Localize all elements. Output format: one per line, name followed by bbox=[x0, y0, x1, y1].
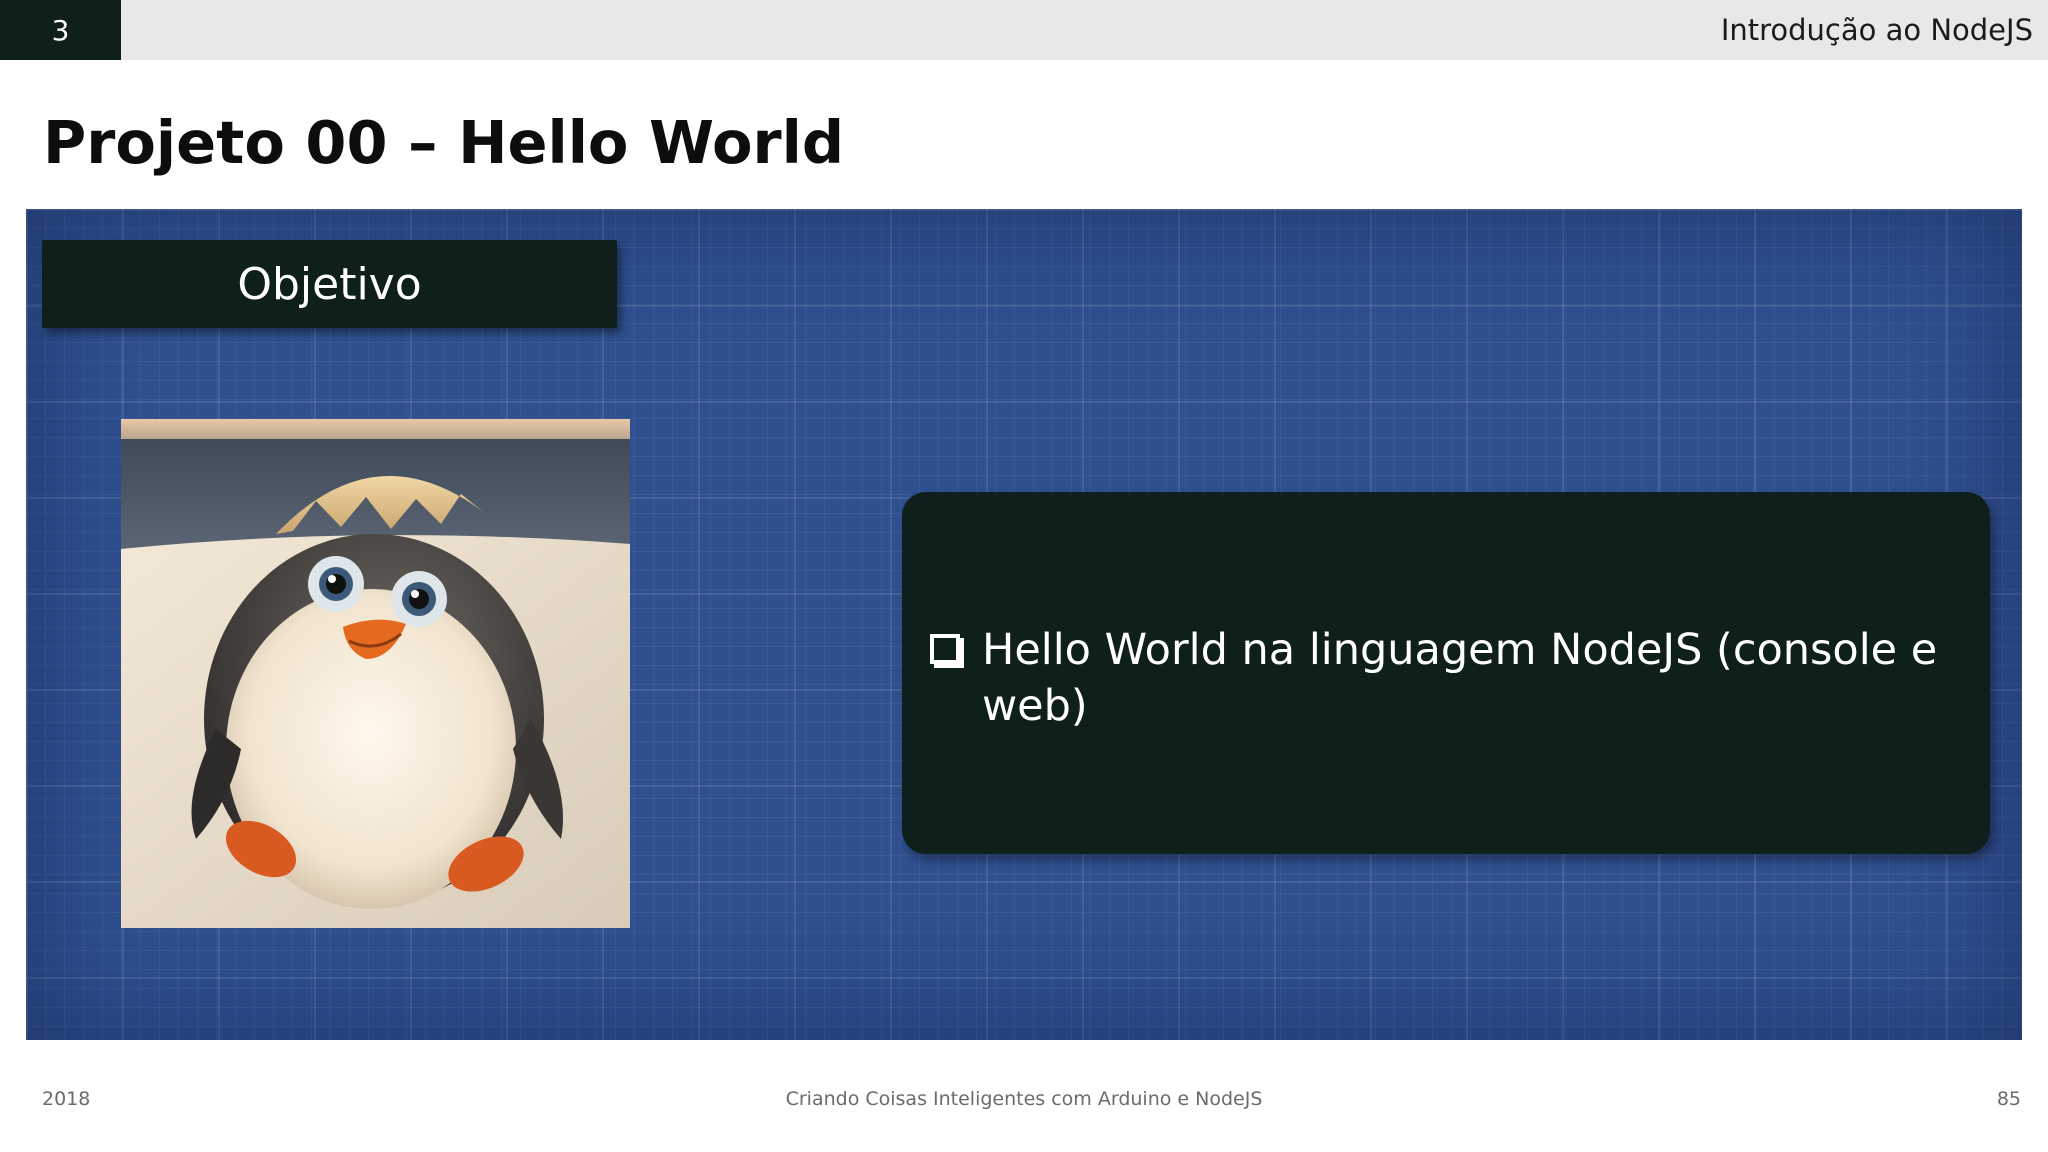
footer-page-number: 85 bbox=[1996, 1088, 2021, 1110]
objective-label-text: Objetivo bbox=[237, 258, 422, 310]
bullet-item: Hello World na linguagem NodeJS (console… bbox=[930, 622, 1970, 734]
objective-label: Objetivo bbox=[42, 240, 617, 328]
section-number-badge: 3 bbox=[0, 0, 121, 60]
footer-center-text: Criando Coisas Inteligentes com Arduino … bbox=[785, 1088, 1263, 1110]
penguin-image bbox=[121, 419, 630, 928]
checkbox-bullet-icon bbox=[930, 634, 960, 664]
section-number: 3 bbox=[51, 13, 70, 47]
bullet-text: Hello World na linguagem NodeJS (console… bbox=[982, 625, 1938, 731]
objective-text-card: Hello World na linguagem NodeJS (console… bbox=[902, 492, 1990, 854]
slide: 3 Introdução ao NodeJS Projeto 00 – Hell… bbox=[0, 0, 2048, 1152]
course-title: Introdução ao NodeJS bbox=[1720, 13, 2033, 47]
page-title: Projeto 00 – Hello World bbox=[43, 108, 845, 177]
